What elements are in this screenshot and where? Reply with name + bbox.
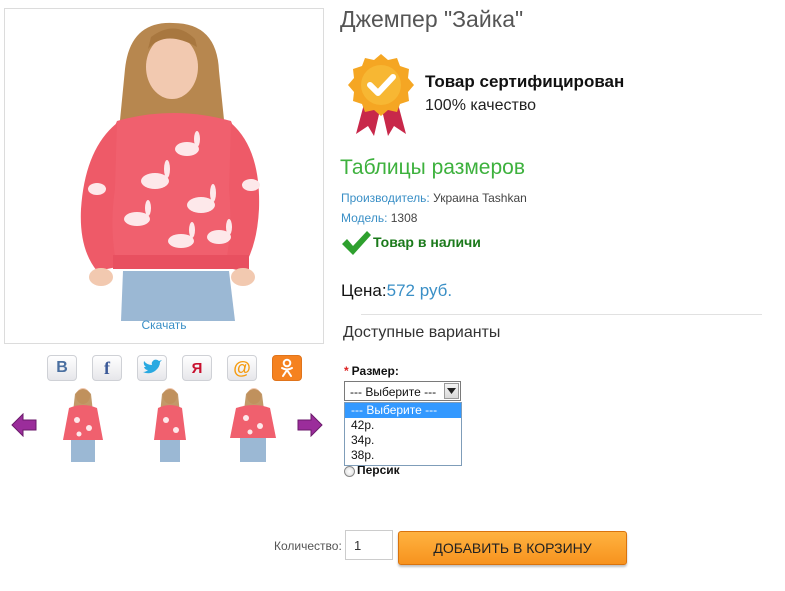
- manufacturer-value: Украина Tashkan: [433, 191, 527, 205]
- yandex-share-button[interactable]: Я: [182, 355, 212, 381]
- model-row: Модель: 1308: [341, 211, 417, 225]
- facebook-icon: f: [104, 357, 110, 378]
- certificate-title: Товар сертифицирован: [425, 72, 625, 91]
- product-thumbnail[interactable]: [55, 386, 111, 462]
- product-main-image[interactable]: [4, 8, 324, 344]
- stock-status: Товар в наличи: [373, 234, 481, 250]
- product-thumbnail[interactable]: [224, 386, 280, 462]
- twitter-icon: [143, 359, 162, 374]
- vk-share-button[interactable]: В: [47, 355, 77, 381]
- size-option[interactable]: --- Выберите ---: [345, 403, 461, 418]
- dropdown-button[interactable]: [444, 383, 459, 399]
- checkmark-icon: [342, 231, 371, 255]
- model-value: 1308: [390, 211, 418, 225]
- certificate-badge-icon: [348, 54, 414, 136]
- model-label: Модель:: [341, 211, 388, 225]
- size-option[interactable]: 34р.: [345, 433, 461, 448]
- manufacturer-row: Производитель: Украина Tashkan: [341, 191, 527, 205]
- quantity-label: Количество:: [274, 539, 342, 553]
- variants-title: Доступные варианты: [343, 324, 501, 341]
- download-link[interactable]: Скачать: [4, 318, 324, 332]
- certificate-subtitle: 100% качество: [425, 97, 537, 114]
- manufacturer-label[interactable]: Производитель:: [341, 191, 430, 205]
- facebook-share-button[interactable]: f: [92, 355, 122, 381]
- divider: [361, 314, 762, 315]
- size-label-text: Размер:: [351, 364, 399, 378]
- add-to-cart-button[interactable]: ДОБАВИТЬ В КОРЗИНУ: [398, 531, 627, 565]
- odnoklassniki-icon: [281, 358, 293, 377]
- color-radio[interactable]: [344, 466, 355, 477]
- size-select[interactable]: --- Выберите ---: [344, 381, 461, 401]
- size-label: * Размер:: [344, 364, 399, 378]
- mail-icon: @: [233, 357, 251, 378]
- price-label: Цена:: [341, 281, 387, 300]
- required-mark: *: [344, 364, 349, 378]
- price-row: Цена:572 руб.: [341, 281, 452, 301]
- size-option[interactable]: 42р.: [345, 418, 461, 433]
- yandex-icon: Я: [191, 359, 203, 377]
- size-select-value: --- Выберите ---: [350, 385, 437, 399]
- size-table-link[interactable]: Таблицы размеров: [340, 156, 525, 180]
- size-dropdown-list: --- Выберите --- 42р. 34р. 38р.: [344, 402, 462, 466]
- product-thumbnail[interactable]: [142, 386, 198, 462]
- odnoklassniki-share-button[interactable]: [272, 355, 302, 381]
- product-title: Джемпер "Зайка": [340, 6, 524, 32]
- twitter-share-button[interactable]: [137, 355, 167, 381]
- size-option[interactable]: 38р.: [345, 448, 461, 463]
- girl-in-sweater-image: [80, 22, 260, 321]
- price-value: 572 руб.: [386, 281, 453, 300]
- next-arrow-icon[interactable]: [297, 413, 323, 437]
- chevron-down-icon: [447, 388, 456, 394]
- mail-share-button[interactable]: @: [227, 355, 257, 381]
- vk-icon: В: [56, 359, 68, 376]
- prev-arrow-icon[interactable]: [11, 413, 37, 437]
- quantity-input[interactable]: [345, 530, 393, 560]
